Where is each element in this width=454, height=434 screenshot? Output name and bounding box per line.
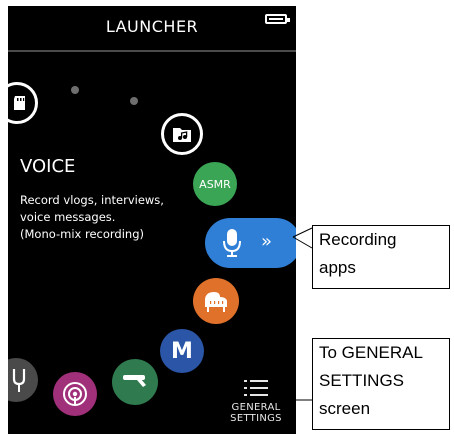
piano-icon	[205, 292, 227, 312]
app-voice-selected[interactable]: »	[205, 218, 296, 268]
app-music-folder[interactable]	[161, 113, 203, 155]
sd-card-icon	[14, 96, 25, 110]
callout-recording-apps: Recording apps	[312, 225, 450, 289]
app-tuner[interactable]	[8, 358, 38, 402]
page-dot	[71, 86, 79, 94]
tuning-fork-icon	[12, 369, 26, 392]
asmr-label: ASMR	[199, 177, 231, 191]
podcast-icon	[63, 382, 87, 406]
app-field[interactable]	[112, 359, 158, 405]
page-dot	[130, 97, 138, 105]
app-piano[interactable]	[193, 278, 239, 324]
general-settings-label: GENERAL SETTINGS	[230, 402, 282, 424]
header-bar: LAUNCHER	[8, 6, 296, 52]
shotgun-mic-icon	[123, 375, 146, 387]
chevron-right-icon: »	[261, 231, 273, 252]
manual-label: M	[171, 338, 193, 364]
mode-description: Record vlogs, interviews, voice messages…	[20, 193, 164, 241]
menu-icon	[244, 380, 268, 396]
callout-general-settings: To GENERAL SETTINGS screen	[312, 338, 450, 430]
general-settings-button[interactable]: GENERAL SETTINGS	[216, 378, 296, 424]
app-podcast[interactable]	[53, 372, 97, 416]
launcher-screen: LAUNCHER VOICE Record vlogs, interviews,…	[8, 6, 296, 434]
mode-title: VOICE	[20, 156, 76, 177]
page-title: LAUNCHER	[105, 17, 199, 36]
app-manual[interactable]: M	[160, 329, 204, 373]
app-sd-card[interactable]	[8, 82, 38, 124]
music-folder-icon	[173, 128, 191, 142]
microphone-icon	[223, 229, 241, 257]
app-asmr[interactable]: ASMR	[193, 162, 237, 206]
battery-icon	[265, 14, 290, 24]
